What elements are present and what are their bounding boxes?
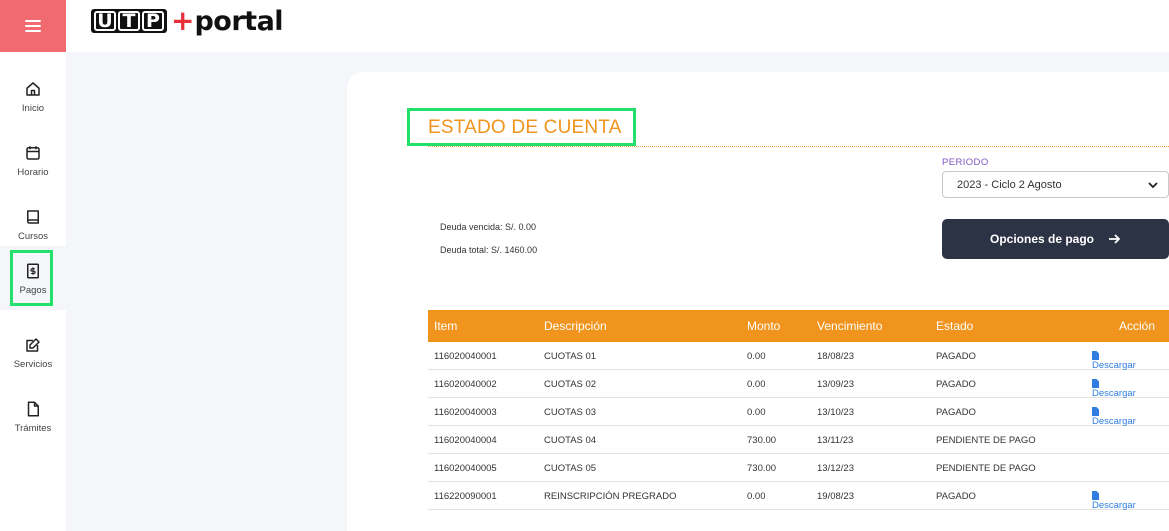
hamburger-menu-button[interactable] bbox=[0, 0, 66, 52]
cell-descripcion: CUOTAS 03 bbox=[544, 407, 597, 418]
logo-letter: T bbox=[118, 10, 140, 32]
periodo-selected-value: 2023 - Ciclo 2 Agosto bbox=[957, 178, 1062, 191]
cell-estado: PAGADO bbox=[936, 407, 976, 418]
sidebar-item-label: Cursos bbox=[17, 230, 49, 242]
arrow-right-icon bbox=[1108, 233, 1121, 245]
cell-item: 116220090001 bbox=[434, 491, 497, 502]
cell-vencimiento: 19/08/23 bbox=[817, 491, 854, 502]
sidebar-item-inicio[interactable]: Inicio bbox=[0, 64, 66, 128]
sidebar-item-label: Inicio bbox=[21, 102, 45, 114]
cell-vencimiento: 13/10/23 bbox=[817, 407, 854, 418]
cell-item: 116020040005 bbox=[434, 463, 497, 474]
periodo-label: PERIODO bbox=[942, 157, 989, 168]
table-row: 116020040003 CUOTAS 03 0.00 13/10/23 PAG… bbox=[428, 398, 1169, 427]
sidebar-item-label: Servicios bbox=[13, 358, 53, 370]
sidebar-item-tramites[interactable]: Trámites bbox=[0, 384, 66, 448]
cell-descripcion: CUOTAS 01 bbox=[544, 351, 597, 362]
chevron-down-icon bbox=[1147, 179, 1159, 194]
cell-monto: 0.00 bbox=[747, 351, 766, 362]
sidebar-item-pagos[interactable]: Pagos bbox=[0, 246, 66, 310]
document-icon bbox=[1092, 351, 1099, 360]
cell-vencimiento: 13/11/23 bbox=[817, 435, 854, 446]
cell-monto: 0.00 bbox=[747, 491, 766, 502]
column-header-monto: Monto bbox=[747, 319, 781, 333]
download-link[interactable]: Descargar bbox=[1092, 407, 1136, 427]
sidebar-item-label: Trámites bbox=[14, 422, 52, 434]
cell-estado: PENDIENTE DE PAGO bbox=[936, 463, 1036, 474]
cell-monto: 0.00 bbox=[747, 379, 766, 390]
cell-vencimiento: 13/09/23 bbox=[817, 379, 854, 390]
periodo-select[interactable]: 2023 - Ciclo 2 Agosto bbox=[942, 171, 1169, 198]
cell-vencimiento: 18/08/23 bbox=[817, 351, 854, 362]
logo-letter: U bbox=[94, 10, 116, 32]
download-link[interactable]: Descargar bbox=[1092, 491, 1136, 511]
cell-item: 116020040003 bbox=[434, 407, 497, 418]
cell-monto: 0.00 bbox=[747, 407, 766, 418]
cell-vencimiento: 13/12/23 bbox=[817, 463, 854, 474]
book-icon bbox=[23, 207, 43, 227]
download-label: Descargar bbox=[1092, 500, 1136, 511]
logo-letter: P bbox=[142, 10, 164, 32]
column-header-vencimiento: Vencimiento bbox=[817, 319, 883, 333]
cell-estado: PAGADO bbox=[936, 491, 976, 502]
table-row: 116020040005 CUOTAS 05 730.00 13/12/23 P… bbox=[428, 454, 1169, 482]
utp-portal-logo[interactable]: U T P + portal bbox=[91, 4, 284, 37]
home-icon bbox=[23, 79, 43, 99]
table-row: 116020040002 CUOTAS 02 0.00 13/09/23 PAG… bbox=[428, 370, 1169, 399]
edit-icon bbox=[23, 335, 43, 355]
cell-item: 116020040001 bbox=[434, 351, 497, 362]
sidebar: Inicio Horario Cursos Pagos Servicios Tr… bbox=[0, 52, 66, 531]
cell-estado: PENDIENTE DE PAGO bbox=[936, 435, 1036, 446]
deuda-total: Deuda total: S/. 1460.00 bbox=[440, 245, 538, 255]
cell-descripcion: CUOTAS 02 bbox=[544, 379, 597, 390]
cell-descripcion: REINSCRIPCIÓN PREGRADO bbox=[544, 491, 677, 502]
highlight-frame bbox=[10, 250, 53, 306]
payment-options-button[interactable]: Opciones de pago bbox=[942, 219, 1169, 259]
sidebar-item-servicios[interactable]: Servicios bbox=[0, 320, 66, 384]
hamburger-icon bbox=[25, 20, 41, 32]
column-header-accion: Acción bbox=[1118, 319, 1155, 333]
cell-monto: 730.00 bbox=[747, 435, 777, 446]
cell-item: 116020040004 bbox=[434, 435, 497, 446]
column-header-descripcion: Descripción bbox=[544, 319, 607, 333]
cell-monto: 730.00 bbox=[747, 463, 777, 474]
top-header: U T P + portal bbox=[0, 0, 1169, 52]
column-header-estado: Estado bbox=[936, 319, 974, 333]
payments-table: Item Descripción Monto Vencimiento Estad… bbox=[428, 310, 1169, 511]
logo-utp-box: U T P bbox=[91, 9, 167, 33]
title-divider bbox=[428, 146, 1169, 147]
file-icon bbox=[23, 399, 43, 419]
page-title: ESTADO DE CUENTA bbox=[428, 117, 622, 138]
cell-estado: PAGADO bbox=[936, 379, 976, 390]
payment-options-label: Opciones de pago bbox=[989, 232, 1094, 246]
logo-plus: + bbox=[171, 4, 195, 37]
download-link[interactable]: Descargar bbox=[1092, 351, 1136, 371]
cell-estado: PAGADO bbox=[936, 351, 976, 362]
column-header-item: Item bbox=[434, 319, 458, 333]
sidebar-item-horario[interactable]: Horario bbox=[0, 128, 66, 192]
logo-portal-text: portal bbox=[194, 5, 284, 37]
calendar-icon bbox=[23, 143, 43, 163]
table-header: Item Descripción Monto Vencimiento Estad… bbox=[428, 310, 1169, 342]
document-icon bbox=[1092, 379, 1099, 388]
document-icon bbox=[1092, 491, 1099, 500]
cell-descripcion: CUOTAS 04 bbox=[544, 435, 597, 446]
document-icon bbox=[1092, 407, 1099, 416]
cell-item: 116020040002 bbox=[434, 379, 497, 390]
table-row: 116220090001 REINSCRIPCIÓN PREGRADO 0.00… bbox=[428, 482, 1169, 511]
table-row: 116020040001 CUOTAS 01 0.00 18/08/23 PAG… bbox=[428, 342, 1169, 371]
cell-descripcion: CUOTAS 05 bbox=[544, 463, 597, 474]
table-row: 116020040004 CUOTAS 04 730.00 13/11/23 P… bbox=[428, 426, 1169, 454]
sidebar-item-label: Horario bbox=[17, 166, 49, 178]
download-link[interactable]: Descargar bbox=[1092, 379, 1136, 399]
deuda-vencida: Deuda vencida: S/. 0.00 bbox=[440, 222, 537, 232]
